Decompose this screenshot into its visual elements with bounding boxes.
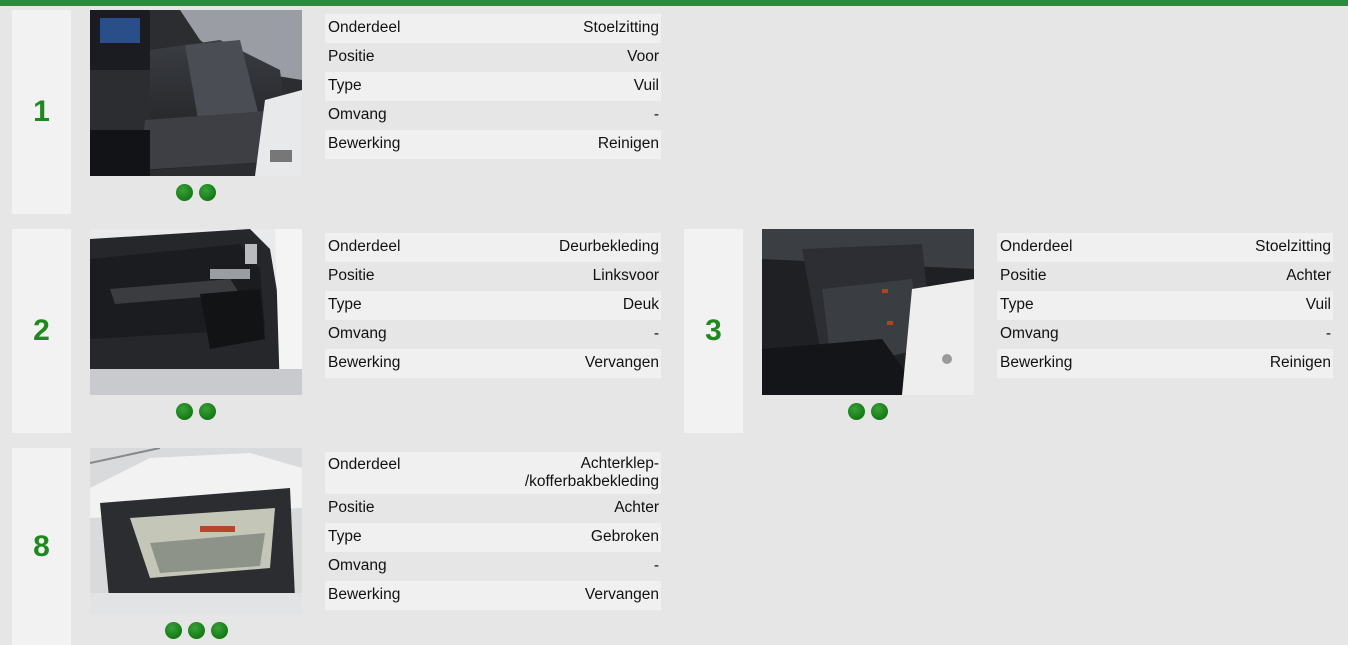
carousel-dot[interactable] — [164, 622, 182, 639]
detail-row: Onderdeel Stoelzitting — [997, 233, 1333, 262]
detail-row: Type Vuil — [997, 291, 1333, 320]
detail-value-line: /kofferbakbekleding — [524, 473, 659, 490]
detail-label: Bewerking — [328, 135, 401, 152]
detail-value: Achterklep-/kofferbakbekleding — [525, 455, 659, 491]
damage-details: Onderdeel Deurbekleding Positie Linksvoor … — [325, 233, 661, 378]
detail-label: Positie — [328, 267, 375, 284]
photo-carousel-dots — [90, 403, 302, 423]
detail-value: Voor — [627, 48, 659, 65]
damage-number: 1 — [33, 95, 50, 128]
detail-label: Type — [328, 77, 362, 94]
damage-number: 8 — [33, 529, 50, 563]
detail-label: Type — [328, 296, 362, 313]
detail-value: - — [1325, 325, 1331, 342]
photo-carousel-dots — [90, 184, 302, 204]
detail-row: Bewerking Reinigen — [325, 130, 661, 159]
detail-row: Onderdeel Stoelzitting — [325, 14, 661, 43]
detail-row: Type Deuk — [325, 291, 661, 320]
detail-value: Achter — [1286, 267, 1331, 284]
detail-value: Vuil — [1305, 296, 1331, 313]
detail-value: Deurbekleding — [559, 238, 659, 255]
carousel-dot[interactable] — [199, 403, 216, 420]
detail-row: Bewerking Reinigen — [997, 349, 1333, 378]
detail-value: - — [653, 557, 659, 574]
detail-value: Achter — [614, 499, 659, 516]
detail-row: Type Vuil — [325, 72, 661, 101]
door-panel-image — [90, 229, 302, 395]
door-panel-photo[interactable] — [90, 229, 302, 395]
detail-row: Omvang - — [997, 320, 1333, 349]
tailgate-photo[interactable] — [90, 448, 302, 614]
detail-row: Omvang - — [325, 320, 661, 349]
detail-label: Positie — [1000, 267, 1047, 284]
photo-carousel-dots — [90, 622, 302, 642]
detail-row: Positie Voor — [325, 43, 661, 72]
detail-row: Omvang - — [325, 101, 661, 130]
detail-value: Gebroken — [590, 528, 659, 545]
detail-row: Type Gebroken — [325, 523, 661, 552]
detail-value: Stoelzitting — [1255, 238, 1331, 255]
detail-label: Omvang — [328, 557, 387, 574]
detail-label: Onderdeel — [328, 456, 401, 473]
detail-value: - — [653, 106, 659, 123]
detail-value: Vervangen — [584, 354, 659, 371]
detail-row: Positie Achter — [997, 262, 1333, 291]
front-seat-photo[interactable] — [90, 10, 302, 176]
damage-card-8: 8 Onderdeel Achterklep-/kofferbakbekledi… — [12, 448, 667, 645]
front-seat-image — [90, 10, 302, 176]
detail-value: Reinigen — [597, 135, 659, 152]
damage-details: Onderdeel Stoelzitting Positie Voor Type Vu… — [325, 14, 661, 159]
carousel-dot[interactable] — [210, 622, 228, 639]
detail-row: Onderdeel Achterklep-/kofferbakbekleding — [325, 452, 661, 494]
detail-value: Stoelzitting — [583, 19, 659, 36]
detail-value: Vervangen — [584, 586, 659, 603]
detail-label: Onderdeel — [328, 19, 401, 36]
detail-label: Bewerking — [1000, 354, 1073, 371]
detail-label: Positie — [328, 499, 375, 516]
detail-value: Deuk — [622, 296, 659, 313]
rear-seat-photo[interactable] — [762, 229, 974, 395]
tailgate-image — [90, 448, 302, 614]
detail-value: Linksvoor — [592, 267, 659, 284]
detail-row: Positie Achter — [325, 494, 661, 523]
detail-value: Reinigen — [1269, 354, 1331, 371]
detail-label: Omvang — [328, 106, 387, 123]
damage-details: Onderdeel Achterklep-/kofferbakbekleding… — [325, 452, 661, 610]
detail-row: Positie Linksvoor — [325, 262, 661, 291]
detail-label: Type — [328, 528, 362, 545]
detail-label: Bewerking — [328, 586, 401, 603]
detail-label: Bewerking — [328, 354, 401, 371]
detail-value: Vuil — [633, 77, 659, 94]
carousel-dot[interactable] — [176, 403, 193, 420]
damage-card-3: 3 Onderdeel Stoelzitting Positie Achter Ty… — [684, 229, 1339, 433]
carousel-dot[interactable] — [199, 184, 216, 201]
detail-value-line: Achterklep- — [580, 455, 659, 472]
carousel-dot[interactable] — [871, 403, 888, 420]
detail-label: Omvang — [1000, 325, 1059, 342]
detail-row: Onderdeel Deurbekleding — [325, 233, 661, 262]
detail-label: Positie — [328, 48, 375, 65]
damage-card-2: 2 Onderdeel Deurbekleding Positie Linksvoo… — [12, 229, 667, 433]
top-accent-bar — [0, 0, 1348, 6]
rear-seat-image — [762, 229, 974, 395]
photo-carousel-dots — [762, 403, 974, 423]
damage-card-1: 1 Onderdeel Stoelzitting Positie Voor Type — [12, 10, 667, 214]
detail-label: Onderdeel — [1000, 238, 1073, 255]
carousel-dot[interactable] — [176, 184, 193, 201]
detail-row: Bewerking Vervangen — [325, 349, 661, 378]
damage-number: 3 — [705, 314, 722, 347]
detail-row: Omvang - — [325, 552, 661, 581]
carousel-dot[interactable] — [187, 622, 205, 639]
detail-value: - — [653, 325, 659, 342]
damage-details: Onderdeel Stoelzitting Positie Achter Type… — [997, 233, 1333, 378]
detail-label: Onderdeel — [328, 238, 401, 255]
detail-row: Bewerking Vervangen — [325, 581, 661, 610]
carousel-dot[interactable] — [848, 403, 865, 420]
damage-number: 2 — [33, 314, 50, 347]
detail-label: Type — [1000, 296, 1034, 313]
detail-label: Omvang — [328, 325, 387, 342]
